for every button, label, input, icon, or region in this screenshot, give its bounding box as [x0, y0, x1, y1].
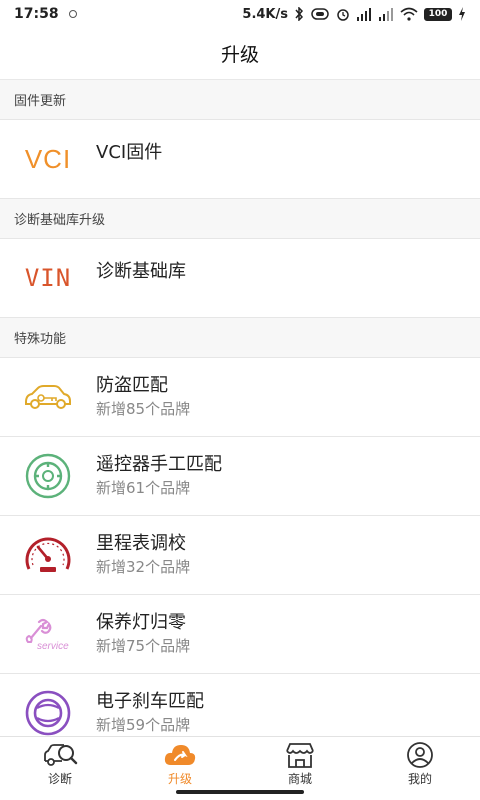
- car-key-icon: [25, 385, 71, 409]
- list-item-title: 诊断基础库: [96, 261, 186, 282]
- brake-icon: [25, 690, 71, 736]
- charging-icon: [459, 7, 465, 21]
- list-item-title: VCI固件: [96, 142, 163, 163]
- section-diagnosis-title: 诊断基础库升级: [0, 199, 480, 239]
- list-item-subtitle: 新增32个品牌: [96, 558, 191, 576]
- vin-icon-text: VIN: [24, 264, 72, 292]
- list-item-odometer[interactable]: 里程表调校 新增32个品牌: [0, 516, 480, 595]
- list-item-immobilizer[interactable]: 防盗匹配 新增85个品牌: [0, 358, 480, 437]
- vci-icon: VCI: [0, 120, 96, 199]
- tab-diagnosis[interactable]: 诊断: [0, 737, 120, 800]
- list-item-subtitle: 新增85个品牌: [96, 400, 191, 418]
- wifi-icon: [400, 7, 418, 21]
- list-item-title: 保养灯归零: [96, 612, 186, 633]
- section-diagnosis-label: 诊断基础库升级: [14, 213, 106, 228]
- home-indicator[interactable]: [176, 790, 304, 794]
- cloud-upgrade-icon: [164, 745, 196, 765]
- bluetooth-icon: [295, 7, 304, 21]
- tab-upgrade-label: 升级: [167, 772, 192, 786]
- list-item-vci-firmware[interactable]: VCI VCI固件: [0, 120, 480, 199]
- signal-icon: [357, 8, 371, 21]
- network-speed: 5.4K/s: [242, 6, 288, 22]
- list-item-subtitle: 新增59个品牌: [96, 716, 191, 734]
- tab-diagnosis-label: 诊断: [47, 772, 72, 786]
- list-item-electronic-brake[interactable]: 电子刹车匹配 新增59个品牌: [0, 674, 480, 736]
- tab-shop-label: 商城: [287, 772, 312, 786]
- signal-2-icon: [379, 8, 393, 21]
- tab-mine-label: 我的: [407, 772, 432, 786]
- list-item-remote-matching[interactable]: 遥控器手工匹配 新增61个品牌: [0, 437, 480, 516]
- odometer-icon: [25, 537, 71, 572]
- service-icon-text: service: [37, 641, 69, 652]
- section-special-title: 特殊功能: [0, 318, 480, 358]
- service-wrench-icon: service: [25, 618, 69, 652]
- list-item-title: 遥控器手工匹配: [96, 454, 222, 475]
- vibrate-icon: [311, 8, 329, 20]
- vci-icon-text: VCI: [24, 143, 72, 174]
- section-firmware-title: 固件更新: [0, 80, 480, 120]
- section-special-label: 特殊功能: [14, 332, 67, 347]
- notification-dot-icon: [68, 10, 77, 18]
- status-time: 17:58: [14, 6, 59, 22]
- status-bar: 17:58 5.4K/s 100: [0, 0, 480, 28]
- list-item-service-reset[interactable]: service 保养灯归零 新增75个品牌: [0, 595, 480, 674]
- list-item-title: 电子刹车匹配: [96, 691, 204, 712]
- section-firmware-label: 固件更新: [14, 94, 67, 109]
- page-title: 升级: [220, 44, 259, 66]
- car-search-icon: [44, 744, 78, 766]
- alarm-icon: [337, 9, 349, 21]
- tab-mine[interactable]: 我的: [360, 737, 480, 800]
- list-item-subtitle: 新增61个品牌: [96, 479, 191, 497]
- remote-control-icon: [25, 453, 71, 499]
- user-icon: [407, 742, 433, 768]
- upgrade-list[interactable]: 固件更新 VCI VCI固件 诊断基础库升级 VIN 诊断基础库 特殊功能 防盗…: [0, 80, 480, 736]
- list-item-diagnosis-library[interactable]: VIN 诊断基础库: [0, 239, 480, 318]
- shop-icon: [286, 743, 314, 768]
- page-header: 升级: [0, 28, 480, 80]
- battery-icon: 100: [424, 7, 452, 21]
- list-item-title: 里程表调校: [96, 533, 186, 554]
- list-item-title: 防盗匹配: [96, 375, 168, 396]
- list-item-subtitle: 新增75个品牌: [96, 637, 191, 655]
- vin-icon: VIN: [0, 239, 96, 318]
